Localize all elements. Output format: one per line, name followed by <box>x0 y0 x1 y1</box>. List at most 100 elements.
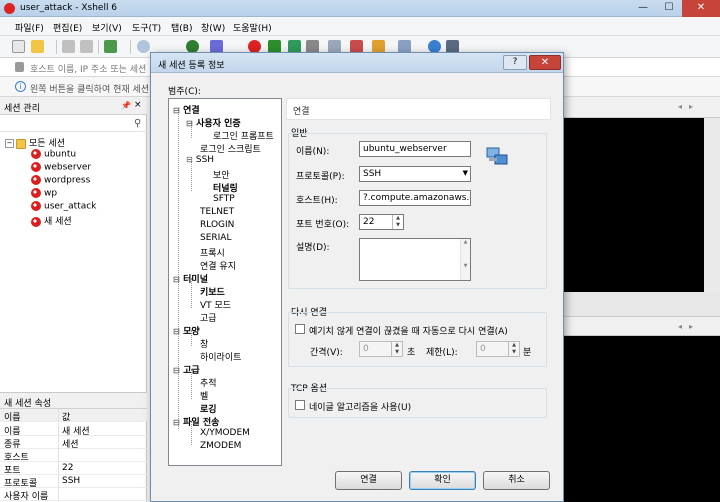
tab-scroll-left-icon[interactable]: ◂ <box>678 102 682 111</box>
reconnect-icon[interactable] <box>104 40 117 53</box>
cancel-button[interactable]: 취소 <box>483 471 550 490</box>
close-panel-icon[interactable]: × <box>134 100 142 110</box>
nagle-label: 네이글 알고리즘을 사용(U) <box>309 403 412 413</box>
properties-value-header: 값 <box>62 413 71 423</box>
category-connection[interactable]: ⊟ 연결 <box>173 103 200 116</box>
category-appearance[interactable]: ⊟ 모양 <box>173 324 200 337</box>
category-label-text: 터미널 <box>183 275 208 285</box>
category-vt-mode[interactable]: VT 모드 <box>200 298 231 311</box>
auto-reconnect-checkbox[interactable] <box>295 324 305 334</box>
spin-arrows-icon[interactable]: ▲ ▼ <box>391 342 402 356</box>
category-terminal-advanced[interactable]: 고급 <box>200 311 217 324</box>
spin-arrows-icon[interactable]: ▲ ▼ <box>508 342 519 356</box>
collapse-icon[interactable]: ⊟ <box>173 275 180 284</box>
new-session-icon[interactable] <box>12 40 25 53</box>
menu-view[interactable]: 보기(V) <box>92 21 122 34</box>
category-highlight[interactable]: 하이라이트 <box>200 350 241 363</box>
textarea-scrollbar[interactable]: ▲ ▼ <box>460 239 470 280</box>
maximize-button[interactable]: ☐ <box>656 0 682 17</box>
interval-stepper[interactable]: 0 ▲ ▼ <box>359 341 403 357</box>
dialog-close-button[interactable]: ✕ <box>529 55 561 70</box>
session-item[interactable]: ubuntu <box>31 149 76 162</box>
category-window[interactable]: 창 <box>200 337 208 350</box>
session-item[interactable]: 새 세션 <box>31 214 72 227</box>
category-xymodem[interactable]: X/YMODEM <box>200 428 250 438</box>
category-sftp[interactable]: SFTP <box>213 194 235 204</box>
property-row: 호스트 <box>0 449 147 463</box>
connect-button[interactable]: 연결 <box>335 471 402 490</box>
category-security[interactable]: 보안 <box>213 168 230 181</box>
category-proxy[interactable]: 프록시 <box>200 246 225 259</box>
menu-window[interactable]: 창(W) <box>201 21 225 34</box>
session-item[interactable]: wp <box>31 188 57 201</box>
collapse-icon[interactable]: ⊟ <box>173 418 180 427</box>
category-rlogin[interactable]: RLOGIN <box>200 220 234 230</box>
pin-icon[interactable]: 📌 <box>121 101 131 110</box>
category-bell[interactable]: 벨 <box>200 389 208 402</box>
menu-help[interactable]: 도움말(H) <box>233 21 272 34</box>
dialog-titlebar[interactable]: 새 세션 등록 정보 ? ✕ <box>151 53 563 73</box>
nagle-checkbox[interactable] <box>295 400 305 410</box>
window-titlebar[interactable]: user_attack - Xshell 6 — ☐ ✕ <box>0 0 720 17</box>
session-item[interactable]: user_attack <box>31 201 96 214</box>
category-tunneling[interactable]: 터널링 <box>213 181 238 194</box>
tab-scroll-right-icon[interactable]: ▸ <box>689 322 693 331</box>
tab-scroll-right-icon[interactable]: ▸ <box>689 102 693 111</box>
menu-file[interactable]: 파일(F) <box>15 21 44 34</box>
minimize-button[interactable]: — <box>630 0 656 17</box>
menu-edit[interactable]: 편집(E) <box>53 21 82 34</box>
tree-guide <box>191 161 192 191</box>
collapse-icon[interactable]: ⊟ <box>186 155 193 164</box>
menu-tab[interactable]: 탭(B) <box>171 21 192 34</box>
category-login-script[interactable]: 로그인 스크립트 <box>200 142 261 155</box>
category-keepalive[interactable]: 연결 유지 <box>200 259 236 272</box>
close-window-button[interactable]: ✕ <box>682 0 720 17</box>
category-login-prompt[interactable]: 로그인 프롬프트 <box>213 129 274 142</box>
session-search-box[interactable]: ⚲ <box>0 116 147 132</box>
auto-reconnect-label: 예기치 않게 연결이 끊겼을 때 자동으로 다시 연결(A) <box>309 327 508 337</box>
open-folder-icon[interactable] <box>31 40 44 53</box>
category-ssh[interactable]: ⊟ SSH <box>186 155 214 165</box>
menu-tools[interactable]: 도구(T) <box>132 21 161 34</box>
collapse-icon[interactable]: − <box>5 139 14 148</box>
collapse-icon[interactable]: ⊟ <box>186 119 193 128</box>
category-trace[interactable]: 추적 <box>200 376 217 389</box>
category-file-transfer[interactable]: ⊟ 파일 전송 <box>173 415 219 428</box>
disconnect-icon[interactable] <box>80 40 93 53</box>
name-input[interactable]: ubuntu_webserver <box>359 141 471 157</box>
dialog-help-button[interactable]: ? <box>503 55 527 70</box>
category-user-auth[interactable]: ⊟ 사용자 인증 <box>186 116 241 129</box>
description-textarea[interactable]: ▲ ▼ <box>359 238 471 281</box>
collapse-icon[interactable]: ⊟ <box>173 327 180 336</box>
connect-icon[interactable] <box>62 40 75 53</box>
terminal-pane[interactable] <box>561 336 720 502</box>
collapse-icon[interactable]: ⊟ <box>173 106 180 115</box>
interval-value: 0 <box>363 344 369 354</box>
search-icon[interactable] <box>137 40 150 53</box>
category-label: 범주(C): <box>168 87 201 97</box>
session-item-label: webserver <box>44 162 92 173</box>
folder-icon <box>16 138 26 149</box>
category-terminal[interactable]: ⊟ 터미널 <box>173 272 208 285</box>
category-serial[interactable]: SERIAL <box>200 233 231 243</box>
spin-arrows-icon[interactable]: ▲ ▼ <box>392 215 403 229</box>
ok-button[interactable]: 확인 <box>409 471 476 490</box>
session-item[interactable]: webserver <box>31 162 91 175</box>
category-advanced[interactable]: ⊟ 고급 <box>173 363 200 376</box>
category-telnet[interactable]: TELNET <box>200 207 234 217</box>
category-keyboard[interactable]: 키보드 <box>200 285 225 298</box>
terminal-pane[interactable] <box>561 118 720 292</box>
session-item[interactable]: wordpress <box>31 175 90 188</box>
host-input[interactable]: ?.compute.amazonaws.com <box>359 190 471 206</box>
pane-splitter[interactable] <box>561 292 720 316</box>
collapse-icon[interactable]: ⊟ <box>173 366 180 375</box>
terminal-scrollbar[interactable] <box>704 118 720 292</box>
limit-stepper[interactable]: 0 ▲ ▼ <box>476 341 520 357</box>
limit-unit: 분 <box>523 348 532 358</box>
protocol-select[interactable]: SSH ▼ <box>359 166 471 182</box>
tab-scroll-left-icon[interactable]: ◂ <box>678 322 682 331</box>
category-zmodem[interactable]: ZMODEM <box>200 441 241 451</box>
category-logging[interactable]: 로깅 <box>200 402 217 415</box>
port-stepper[interactable]: 22 ▲ ▼ <box>359 214 404 230</box>
tree-root-all-sessions[interactable]: − 모든 세션 <box>5 136 65 149</box>
